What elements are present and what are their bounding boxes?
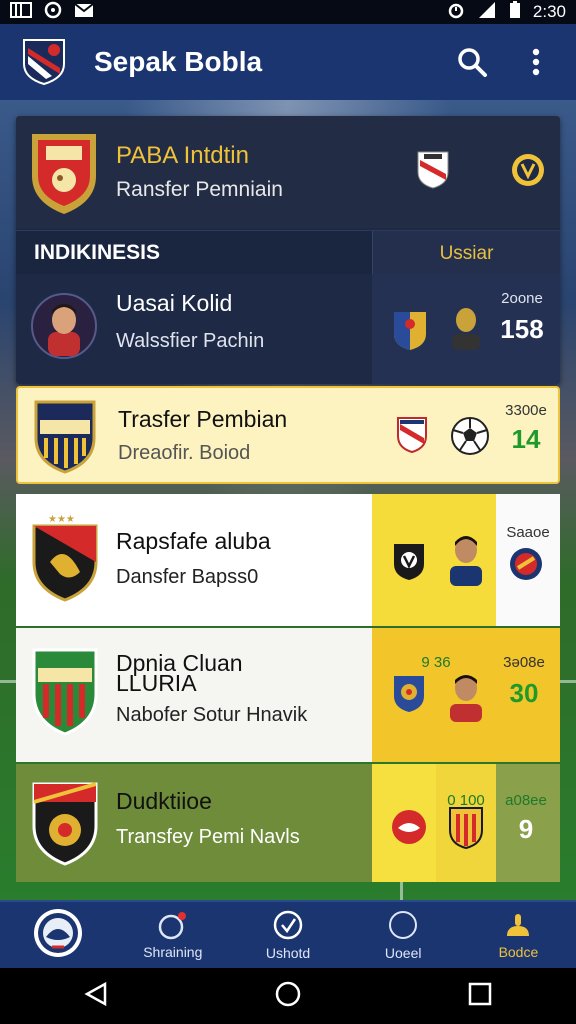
row-subtitle: Nabofer Sotur Hnavik <box>116 704 308 726</box>
nav-label: Bodce <box>498 944 539 960</box>
club-badge-icon <box>448 806 484 855</box>
app-logo-icon[interactable] <box>18 34 70 91</box>
club-crest-icon <box>30 646 100 741</box>
nav-label: Uoeel <box>384 945 422 961</box>
score-label: Saaoe <box>506 524 550 541</box>
list-item[interactable]: Dpnia Cluan LLURIA Nabofer Sotur Hnavik … <box>16 628 560 762</box>
bottom-navigation: Shraining Ushotd Uoeel Bodce <box>0 900 576 968</box>
trophy-icon <box>507 914 530 936</box>
club-badge-icon <box>416 150 450 195</box>
system-navigation-bar <box>0 968 576 1024</box>
circle-icon <box>389 911 418 939</box>
home-button[interactable] <box>274 980 302 1013</box>
recents-button[interactable] <box>467 981 493 1012</box>
sync-icon <box>44 1 62 24</box>
league-panel: PABA Intdtin Ransfer Pemniain INDIKINESI… <box>16 116 560 384</box>
player-avatar <box>448 304 484 357</box>
score-value: 9 <box>518 814 534 844</box>
app-bar: Sepak Bobla <box>0 24 576 100</box>
league-name: PABA Intdtin <box>116 142 249 169</box>
league-header[interactable]: PABA Intdtin Ransfer Pemniain <box>16 116 560 228</box>
row-name: Uasai Kolid <box>116 290 233 316</box>
nav-item-training[interactable]: Shraining <box>115 902 230 968</box>
row-subtitle: Dansfer Bapss0 <box>116 566 259 588</box>
score-label: a08ee <box>505 792 547 809</box>
player-avatar <box>446 670 486 727</box>
row-subtitle: Transfey Pemi Navls <box>116 826 300 848</box>
score-label: 3ə08e <box>503 654 545 671</box>
nav-item-club[interactable] <box>0 902 115 968</box>
app-title: Sepak Bobla <box>94 46 263 77</box>
league-crest-icon <box>28 128 100 221</box>
list-item[interactable]: Trasfer Pembian Dreaofir. Boiod 3300e 14 <box>16 386 560 484</box>
home-circle-icon <box>275 981 301 1006</box>
row-name: Dudktiioe <box>116 788 212 814</box>
signal-icon <box>477 1 497 24</box>
whistle-icon <box>158 912 186 940</box>
club-badge-icon <box>390 808 428 851</box>
svg-text:★★★: ★★★ <box>48 514 75 525</box>
list-item[interactable]: Dudktiioe Transfey Pemi Navls 0 100 a08e… <box>16 764 560 882</box>
status-time: 2:30 <box>532 2 566 21</box>
score-label: 9 36 <box>421 654 451 671</box>
list-item[interactable]: ★★★ Rapsfafe aluba Dansfer Bapss0 Saaoe <box>16 494 560 626</box>
row-name-line2: LLURIA <box>116 670 197 696</box>
club-badge-icon <box>392 542 426 587</box>
battery-icon <box>509 0 521 24</box>
club-logo-icon <box>33 909 82 957</box>
list-item[interactable]: Uasai Kolid Walssfier Pachin 2oone 158 <box>16 274 560 384</box>
recents-square-icon <box>469 982 492 1005</box>
ball-icon <box>450 416 490 461</box>
club-badge-icon <box>392 310 428 357</box>
nav-item-level[interactable]: Uoeel <box>346 902 461 968</box>
player-avatar <box>446 532 486 591</box>
search-button[interactable] <box>450 40 494 84</box>
club-badge-icon <box>392 674 426 719</box>
back-button[interactable] <box>83 981 109 1012</box>
status-bar: 2:30 <box>0 0 576 24</box>
score-value: 30 <box>509 678 539 708</box>
nav-label: Shraining <box>143 944 203 960</box>
nav-item-badge[interactable]: Bodce <box>461 902 576 968</box>
club-badge-icon <box>510 152 546 193</box>
row-name: Rapsfafe aluba <box>116 528 271 554</box>
club-badge-icon <box>396 416 428 459</box>
league-subtitle: Ransfer Pemniain <box>116 178 283 201</box>
score-label: 2oone <box>501 290 543 307</box>
nav-item-shotd[interactable]: Ushotd <box>230 902 345 968</box>
club-crest-icon <box>30 780 100 871</box>
row-subtitle: Dreaofir. Boiod <box>118 442 251 464</box>
score-label: 3300e <box>505 402 547 419</box>
club-badge-icon <box>508 546 544 587</box>
alarm-icon <box>447 1 465 24</box>
back-triangle-icon <box>84 981 106 1006</box>
section-label: INDIKINESIS <box>34 241 161 264</box>
row-subtitle: Walssfier Pachin <box>116 330 265 352</box>
club-crest-icon: ★★★ <box>30 512 100 607</box>
club-crest-icon <box>32 398 98 479</box>
score-value: 158 <box>500 314 544 344</box>
row-name: Trasfer Pembian <box>118 406 288 432</box>
section-header: INDIKINESIS Ussiar <box>16 230 560 275</box>
gallery-icon <box>10 1 32 23</box>
search-icon <box>458 48 487 77</box>
nav-label: Ushotd <box>265 945 311 961</box>
score-value: 14 <box>511 424 541 454</box>
mail-icon <box>74 2 94 23</box>
more-vertical-icon <box>532 48 540 76</box>
more-menu-button[interactable] <box>514 40 558 84</box>
section-right-label: Ussiar <box>372 231 560 275</box>
check-circle-icon <box>273 910 303 940</box>
avatar <box>30 290 98 367</box>
